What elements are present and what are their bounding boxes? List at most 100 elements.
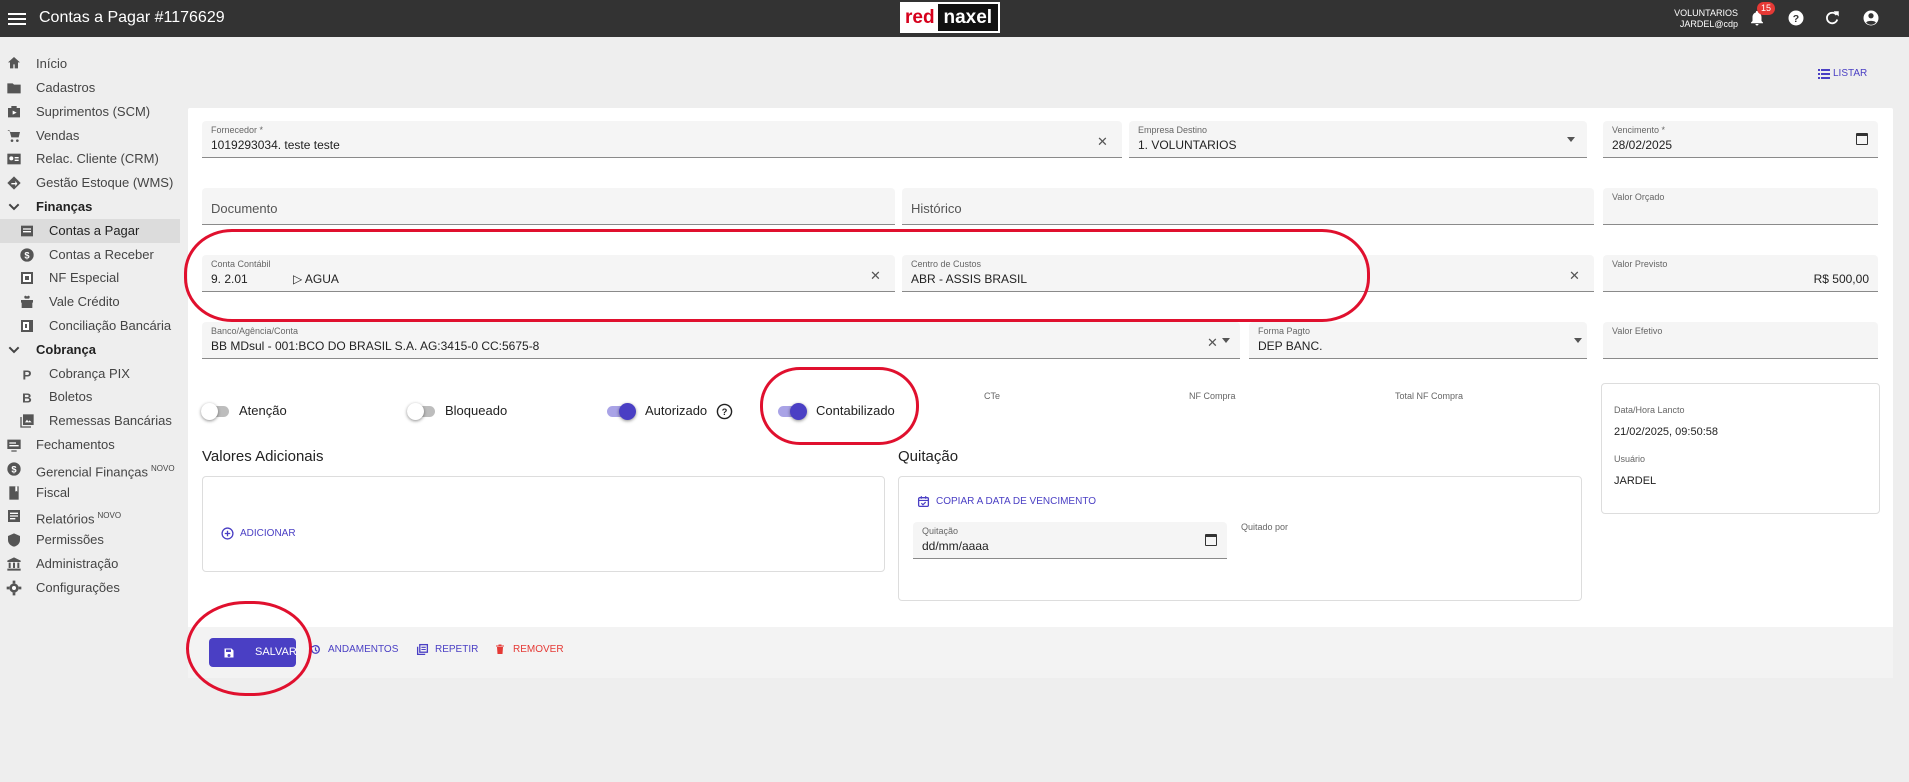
save-button[interactable]: SALVAR [209,638,297,667]
empresa-destino-select[interactable]: Empresa Destino 1. VOLUNTARIOS [1129,121,1587,158]
user-info[interactable]: VOLUNTARIOS JARDEL@cdp [1670,8,1738,30]
sidebar-item-relatorios[interactable]: Relatórios NOVO [0,504,180,528]
new-tag: NOVO [97,511,122,521]
sidebar-item-label: NF Especial [49,270,120,286]
bank-icon [7,557,21,571]
sidebar-item-label: Cadastros [36,80,96,95]
sidebar-item-label: Cobrança [36,341,96,357]
sidebar: Início Cadastros Suprimentos (SCM) Vendas Re… [0,51,180,600]
help-icon[interactable]: ? [716,403,733,420]
fornecedor-field[interactable]: Fornecedor * 1019293034. teste teste ✕ [202,121,1122,158]
svg-text:P: P [23,367,32,382]
calendar-icon[interactable] [1856,133,1868,145]
sidebar-item-label: Cobrança PIX [49,365,130,381]
sidebar-item-relac-cliente-crm[interactable]: Relac. Cliente (CRM) [0,147,180,171]
sidebar-item-configuracoes[interactable]: Configurações [0,576,180,600]
gift-icon [21,295,33,309]
sidebar-item-boletos[interactable]: B Boletos [0,385,180,409]
vencimento-date-field[interactable]: Vencimento * 28/02/2025 [1603,121,1878,158]
dropdown-arrow-icon [1567,137,1575,142]
sidebar-item-label: Finanças [36,198,93,214]
sidebar-item-vale-credito[interactable]: Vale Crédito [0,290,180,314]
sidebar-item-label: Boletos [49,389,93,405]
add-circle-icon [221,527,234,540]
cte-label: CTe [984,391,1001,401]
menu-icon[interactable] [8,10,26,26]
home-icon [8,57,20,69]
sidebar-item-permissoes[interactable]: Permissões [0,528,180,552]
sidebar-item-administracao[interactable]: Administração [0,552,180,576]
quitacao-title: Quitação [898,448,959,465]
dropdown-arrow-icon [1222,338,1230,343]
sidebar-item-vendas[interactable]: Vendas [0,124,180,148]
contact-card-icon [7,154,21,165]
trash-icon [496,644,504,654]
image-icon [20,414,34,428]
chevron-down-icon [8,346,20,354]
sidebar-item-label: Vale Crédito [49,294,120,310]
account-icon[interactable] [1862,9,1880,27]
andamentos-button[interactable]: ANDAMENTOS [309,644,398,655]
centro-custos-field[interactable]: Centro de Custos ABR - ASSIS BRASIL ✕ [902,255,1594,292]
sidebar-item-contas-a-pagar[interactable]: Contas a Pagar [0,218,180,243]
dollar-icon: $ [20,247,34,262]
sidebar-item-fiscal[interactable]: Fiscal [0,481,180,505]
sidebar-item-fechamentos[interactable]: Fechamentos [0,433,180,457]
sidebar-item-gestao-estoque-wms[interactable]: Gestão Estoque (WMS) [0,171,180,195]
clear-icon[interactable]: ✕ [1207,335,1218,351]
nf-compra-label: NF Compra [1189,391,1236,401]
list-button[interactable]: LISTAR [1818,68,1867,79]
sidebar-item-label: Vendas [36,127,80,143]
svg-text:$: $ [11,464,17,474]
forma-pagto-select[interactable]: Forma Pagto DEP BANC. [1249,322,1587,359]
p-icon: P [23,367,32,382]
sidebar-item-remessas-bancarias[interactable]: Remessas Bancárias [0,409,180,433]
sidebar-item-cobranca[interactable]: Cobrança [0,338,180,362]
valor-orcado-field[interactable]: Valor Orçado [1603,188,1878,225]
sidebar-item-conciliacao-bancaria[interactable]: Conciliação Bancária [0,314,180,338]
quitacao-date-field[interactable]: Quitação dd/mm/aaaa [913,522,1227,559]
svg-text:B: B [22,391,32,406]
add-button[interactable]: ADICIONAR [221,527,296,540]
dropdown-arrow-icon [1574,338,1582,343]
clear-icon[interactable]: ✕ [870,268,881,284]
valor-previsto-field[interactable]: Valor Previsto R$ 500,00 [1603,255,1878,292]
remover-button[interactable]: REMOVER [494,644,564,655]
sidebar-item-cobranca-pix[interactable]: P Cobrança PIX [0,362,180,386]
sidebar-item-inicio[interactable]: Início [0,51,180,76]
sidebar-item-cadastros[interactable]: Cadastros [0,76,180,100]
sidebar-item-label: Conciliação Bancária [49,317,172,333]
sidebar-item-gerencial-financas[interactable]: $ Gerencial Finanças NOVO [0,457,180,481]
sidebar-item-label: Fechamentos [36,436,115,452]
sidebar-item-label: Contas a Receber [49,246,154,262]
repetir-button[interactable]: REPETIR [416,643,478,656]
list-icon [21,225,33,237]
sidebar-item-suprimentos-scm[interactable]: Suprimentos (SCM) [0,100,180,124]
clear-icon[interactable]: ✕ [1569,268,1580,284]
sidebar-item-financas[interactable]: Finanças [0,195,180,219]
help-icon[interactable]: ? [1787,9,1805,27]
dollar-icon: $ [7,462,21,476]
refresh-icon[interactable] [1823,9,1841,27]
copy-due-date-button[interactable]: COPIAR A DATA DE VENCIMENTO [917,496,1096,508]
clear-icon[interactable]: ✕ [1097,134,1108,150]
rednaxel-logo: red naxel [900,2,1000,33]
documento-field[interactable]: Documento [202,188,895,225]
nf-icon [21,272,33,285]
sidebar-item-nf-especial[interactable]: NF Especial [0,266,180,290]
valor-efetivo-field[interactable]: Valor Efetivo [1603,322,1878,359]
shield-icon [8,533,20,547]
report-icon [8,510,20,523]
valores-adicionais-title: Valores Adicionais [202,448,324,465]
sidebar-item-label: Fiscal [36,484,70,500]
conta-contabil-field[interactable]: Conta Contábil 9. 2.01 ▷ AGUA ✕ [202,255,895,292]
book-icon [9,485,19,500]
sidebar-item-label: Permissões [36,532,104,548]
quitado-por-label: Quitado por [1241,522,1289,532]
chevron-down-icon [8,203,20,211]
sidebar-item-contas-a-receber[interactable]: $ Contas a Receber [0,243,180,267]
calendar-icon[interactable] [1205,534,1217,546]
copy-icon [416,643,429,656]
historico-field[interactable]: Histórico [902,188,1594,225]
banco-select[interactable]: Banco/Agência/Conta BB MDsul - 001:BCO DO… [202,322,1240,359]
